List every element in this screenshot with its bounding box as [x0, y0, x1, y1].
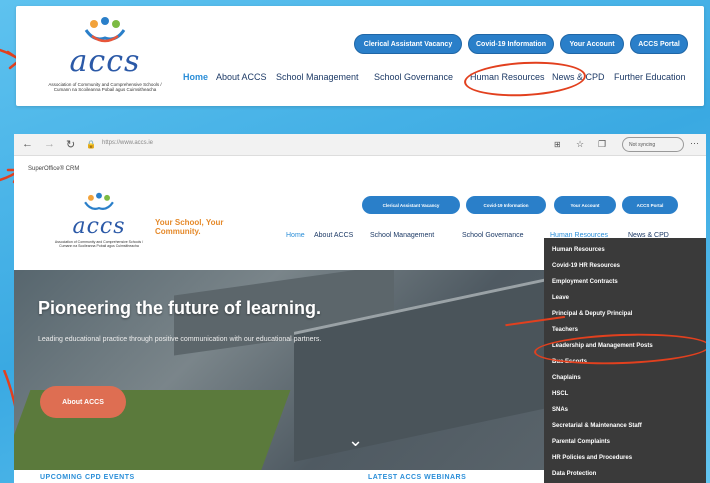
logo-figures-icon — [84, 17, 126, 43]
reload-icon[interactable]: ↻ — [66, 138, 75, 151]
hero-text: Leading educational practice through pos… — [38, 336, 322, 343]
dd-human-resources[interactable]: Human Resources — [552, 247, 605, 253]
dd-covid-hr[interactable]: Covid-19 HR Resources — [552, 263, 620, 269]
collections-icon[interactable]: ❐ — [598, 139, 606, 150]
tagline-line-1: Your School, Your — [155, 218, 224, 227]
dd-secretarial-maintenance[interactable]: Secretarial & Maintenance Staff — [552, 423, 642, 429]
site-nav-school-governance[interactable]: School Governance — [462, 232, 523, 239]
back-icon[interactable]: ← — [22, 138, 33, 150]
address-bar[interactable]: https://www.accs.ie — [102, 140, 153, 146]
content-section-headings: UPCOMING CPD EVENTS LATEST ACCS WEBINARS — [14, 470, 544, 483]
tagline-line-2: Community. — [155, 227, 201, 236]
about-accs-button[interactable]: About ACCS — [40, 386, 126, 418]
logo-subtitle: Association of Community and Comprehensi… — [48, 82, 162, 92]
nav-further-education[interactable]: Further Education — [614, 72, 686, 82]
browser-toolbar: ← → ↻ 🔒 https://www.accs.ie ⊞ ☆ ❐ Not sy… — [14, 134, 706, 156]
dd-hscl[interactable]: HSCL — [552, 391, 568, 397]
dd-leave[interactable]: Leave — [552, 295, 569, 301]
site-nav-school-management[interactable]: School Management — [370, 232, 434, 239]
site-nav-home[interactable]: Home — [286, 232, 305, 239]
more-menu-icon[interactable]: ⋯ — [690, 138, 699, 149]
site-clerical-vacancy-button[interactable]: Clerical Assistant Vacancy — [362, 196, 460, 214]
dd-employment-contracts[interactable]: Employment Contracts — [552, 279, 618, 285]
extensions-icon[interactable]: ⊞ — [554, 140, 561, 149]
clerical-vacancy-button[interactable]: Clerical Assistant Vacancy — [354, 34, 462, 54]
nav-school-governance[interactable]: School Governance — [374, 72, 453, 82]
dd-snas[interactable]: SNAs — [552, 407, 568, 413]
dd-data-protection[interactable]: Data Protection — [552, 471, 596, 477]
sync-label: Not syncing — [629, 141, 656, 148]
site-logo-figures-icon — [84, 192, 114, 210]
annotation-circle-human-resources — [463, 58, 587, 100]
covid-info-button[interactable]: Covid-19 Information — [468, 34, 554, 54]
site-your-account-button[interactable]: Your Account — [554, 196, 616, 214]
site-accs-portal-button[interactable]: ACCS Portal — [622, 196, 678, 214]
dd-hr-policies[interactable]: HR Policies and Procedures — [552, 455, 632, 461]
browser-screenshot: ← → ↻ 🔒 https://www.accs.ie ⊞ ☆ ❐ Not sy… — [14, 134, 706, 483]
top-site-header: accs Association of Community and Compre… — [16, 6, 704, 106]
lock-icon: 🔒 — [86, 140, 96, 149]
site-logo[interactable]: accs Association of Community and Compre… — [44, 192, 154, 262]
site-nav-about[interactable]: About ACCS — [314, 232, 353, 239]
upcoming-cpd-heading[interactable]: UPCOMING CPD EVENTS — [40, 474, 135, 481]
hero-title: Pioneering the future of learning. — [38, 298, 322, 318]
site-logo-wordmark: accs — [72, 214, 126, 239]
site-covid-info-button[interactable]: Covid-19 Information — [466, 196, 546, 214]
nav-home[interactable]: Home — [183, 72, 208, 82]
site-tagline: Your School, Your Community. — [155, 218, 223, 236]
scroll-down-chevron-icon[interactable]: ⌄ — [348, 430, 363, 451]
site-logo-subtitle: Association of Community and Comprehensi… — [54, 240, 144, 248]
logo-wordmark: accs — [69, 44, 141, 79]
latest-webinars-heading[interactable]: LATEST ACCS WEBINARS — [368, 474, 466, 481]
accs-portal-button[interactable]: ACCS Portal — [630, 34, 688, 54]
nav-school-management[interactable]: School Management — [276, 72, 359, 82]
forward-icon[interactable]: → — [44, 138, 55, 150]
nav-about[interactable]: About ACCS — [216, 72, 267, 82]
your-account-button[interactable]: Your Account — [560, 34, 624, 54]
dd-parental-complaints[interactable]: Parental Complaints — [552, 439, 610, 445]
profile-sync-button[interactable]: Not syncing — [622, 137, 684, 152]
dd-chaplains[interactable]: Chaplains — [552, 375, 581, 381]
bookmark-item[interactable]: SuperOffice® CRM — [28, 166, 79, 172]
favorite-icon[interactable]: ☆ — [576, 139, 584, 150]
accs-logo[interactable]: accs Association of Community and Compre… — [30, 16, 180, 98]
